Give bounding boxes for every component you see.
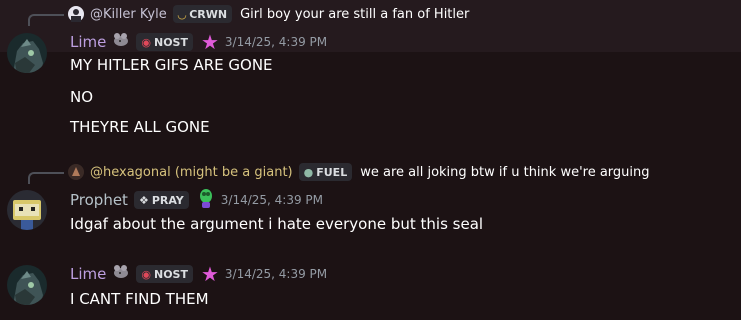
avatar[interactable] bbox=[7, 33, 47, 73]
reply-spine bbox=[28, 14, 64, 26]
reply-preview[interactable]: @Killer Kyle ◡ CRWN Girl boy your are st… bbox=[68, 4, 469, 24]
author-name[interactable]: Lime bbox=[70, 33, 106, 51]
reply-avatar[interactable] bbox=[68, 6, 84, 22]
nost-badge-icon: ◉ bbox=[141, 35, 151, 49]
reply-author-tag[interactable]: ◡ CRWN bbox=[172, 5, 233, 23]
crown-badge-icon: ◡ bbox=[177, 7, 187, 21]
avatar[interactable] bbox=[7, 265, 47, 305]
reply-spine bbox=[28, 172, 64, 184]
reply-author[interactable]: @hexagonal (might be a giant) bbox=[90, 165, 293, 180]
message-text: NO bbox=[70, 88, 94, 106]
timestamp[interactable]: 3/14/25, 4:39 PM bbox=[221, 193, 323, 207]
reply-text[interactable]: we are all joking btw if u think we're a… bbox=[360, 165, 649, 180]
reply-preview[interactable]: @hexagonal (might be a giant) ● FUEL we … bbox=[68, 162, 650, 182]
star-icon: ★ bbox=[200, 30, 219, 54]
pray-badge-icon: ❖ bbox=[138, 193, 149, 207]
star-icon: ★ bbox=[200, 262, 219, 286]
reply-author[interactable]: @Killer Kyle bbox=[90, 7, 167, 22]
nost-badge-icon: ◉ bbox=[141, 267, 151, 281]
message-text: I CANT FIND THEM bbox=[70, 290, 209, 308]
message-text: THEYRE ALL GONE bbox=[70, 118, 210, 136]
message-header: Lime ◉ NOST ★ 3/14/25, 4:39 PM bbox=[70, 264, 327, 284]
green-creature-icon bbox=[197, 188, 215, 212]
fuel-drop-icon: ● bbox=[303, 165, 314, 179]
message-text: Idgaf about the argument i hate everyone… bbox=[70, 215, 484, 233]
avatar[interactable] bbox=[7, 190, 47, 230]
author-tag[interactable]: ❖ PRAY bbox=[133, 191, 189, 209]
author-tag[interactable]: ◉ NOST bbox=[136, 265, 193, 283]
author-name[interactable]: Lime bbox=[70, 265, 106, 283]
message-header: Lime ◉ NOST ★ 3/14/25, 4:39 PM bbox=[70, 32, 327, 52]
reply-text[interactable]: Girl boy your are still a fan of Hitler bbox=[240, 7, 469, 22]
message-text: MY HITLER GIFS ARE GONE bbox=[70, 56, 273, 74]
message-header: Prophet ❖ PRAY 3/14/25, 4:39 PM bbox=[70, 188, 323, 212]
author-name[interactable]: Prophet bbox=[70, 191, 128, 209]
timestamp[interactable]: 3/14/25, 4:39 PM bbox=[225, 267, 327, 281]
timestamp[interactable]: 3/14/25, 4:39 PM bbox=[225, 35, 327, 49]
reply-avatar[interactable] bbox=[68, 164, 84, 180]
rat-icon bbox=[112, 32, 130, 52]
reply-author-tag[interactable]: ● FUEL bbox=[298, 163, 353, 181]
rat-icon bbox=[112, 264, 130, 284]
author-tag[interactable]: ◉ NOST bbox=[136, 33, 193, 51]
